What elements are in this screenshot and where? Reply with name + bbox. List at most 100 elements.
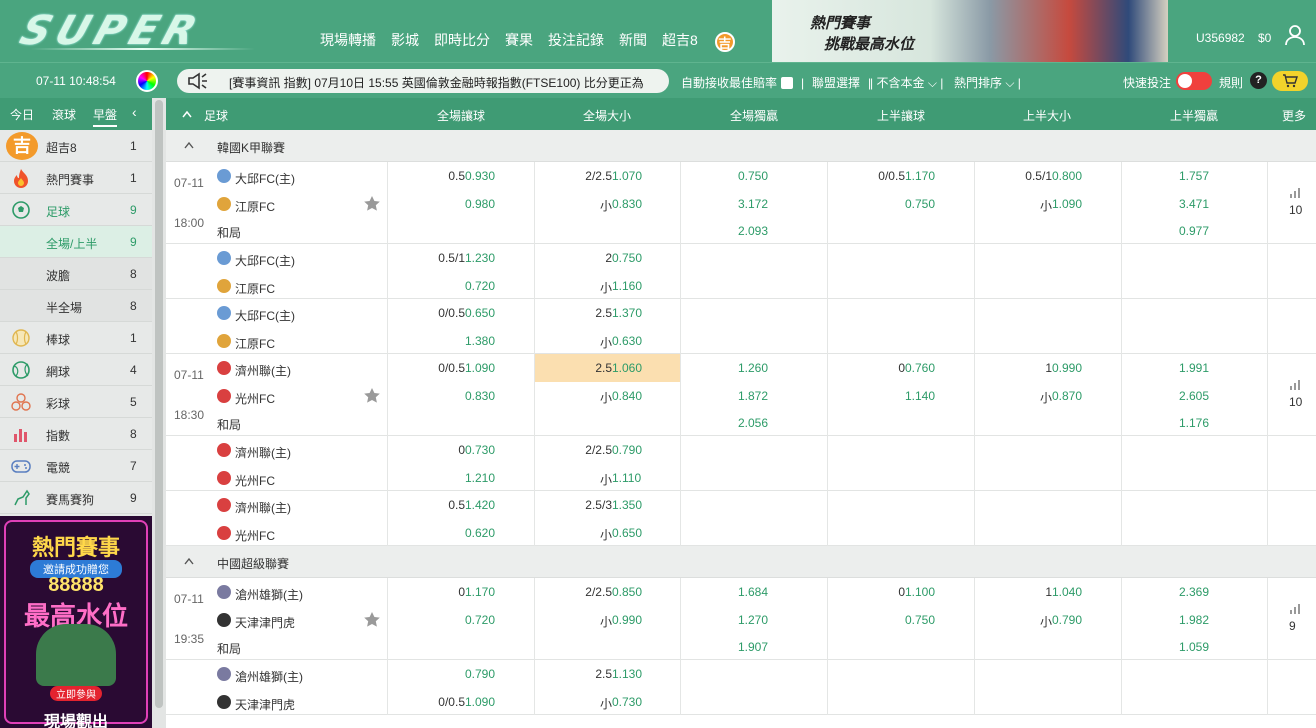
sidebar-item-tennis[interactable]: 網球 4	[0, 354, 152, 386]
favorite-star-icon[interactable]	[363, 195, 381, 213]
bet-slip-button[interactable]	[1272, 71, 1308, 91]
ht-1x2-away[interactable]: 2.605	[1121, 389, 1267, 403]
ft-under-odds[interactable]: 0.840	[612, 389, 642, 403]
sidebar-scrollbar[interactable]	[152, 98, 166, 728]
ft-hdp-home-odds[interactable]: 0.730	[465, 443, 495, 457]
tab-in-play[interactable]: 滾球	[52, 106, 76, 123]
sidebar-item-halftime-fulltime[interactable]: 半全場 8	[0, 290, 152, 322]
user-icon[interactable]	[1284, 24, 1306, 46]
collapse-icon[interactable]: ‹	[132, 104, 137, 120]
ft-under-odds[interactable]: 0.630	[612, 334, 642, 348]
ft-hdp-home-odds[interactable]: 1.090	[465, 361, 495, 375]
ft-hdp-away-odds[interactable]: 1.090	[465, 695, 495, 709]
ft-1x2-away[interactable]: 1.872	[680, 389, 826, 403]
sidebar-item-index[interactable]: 指數 8	[0, 418, 152, 450]
ft-hdp-home-odds[interactable]: 1.230	[465, 251, 495, 265]
stats-icon[interactable]	[1289, 604, 1301, 614]
ht-hdp-away-odds[interactable]: 0.750	[905, 613, 935, 627]
ht-under-odds[interactable]: 0.790	[1052, 613, 1082, 627]
more-markets-count[interactable]: 10	[1289, 395, 1302, 409]
sort-select[interactable]: 熱門排序 ⌵ |	[954, 74, 1021, 91]
tab-today[interactable]: 今日	[10, 106, 34, 123]
favorite-star-icon[interactable]	[363, 611, 381, 629]
promo-button[interactable]: 立即參與	[50, 686, 102, 701]
ft-hdp-home-odds[interactable]: 0.930	[465, 169, 495, 183]
league-select[interactable]: 聯盟選擇 |	[812, 74, 871, 91]
ft-1x2-draw[interactable]: 1.907	[680, 640, 826, 654]
ft-under-odds[interactable]: 1.110	[612, 471, 641, 485]
ft-hdp-home-odds[interactable]: 0.790	[465, 667, 495, 681]
ft-over-odds[interactable]: 0.790	[612, 443, 642, 457]
ht-hdp-home-odds[interactable]: 1.100	[905, 585, 935, 599]
stats-icon[interactable]	[1289, 188, 1301, 198]
ft-hdp-away-odds[interactable]: 1.210	[465, 471, 495, 485]
ft-hdp-home-odds[interactable]: 1.420	[465, 498, 495, 512]
ht-under-odds[interactable]: 0.870	[1052, 389, 1082, 403]
ht-over-odds[interactable]: 0.990	[1052, 361, 1082, 375]
ft-1x2-draw[interactable]: 2.093	[680, 224, 826, 238]
ht-1x2-draw[interactable]: 0.977	[1121, 224, 1267, 238]
ft-over-odds[interactable]: 1.350	[612, 498, 642, 512]
ft-over-odds[interactable]: 1.370	[612, 306, 642, 320]
nav-live[interactable]: 現場轉播	[320, 30, 376, 52]
scrollbar-thumb[interactable]	[155, 100, 163, 708]
ht-hdp-away-odds[interactable]: 1.140	[905, 389, 935, 403]
sidebar-item-esports[interactable]: 電競 7	[0, 450, 152, 482]
favorite-star-icon[interactable]	[363, 387, 381, 405]
sidebar-item-super8[interactable]: 吉 超吉8 1	[0, 130, 152, 162]
ht-1x2-home[interactable]: 1.991	[1121, 361, 1267, 375]
ft-1x2-draw[interactable]: 2.056	[680, 416, 826, 430]
ft-hdp-away-odds[interactable]: 0.720	[465, 613, 495, 627]
more-markets-count[interactable]: 10	[1289, 203, 1302, 217]
ft-hdp-away-odds[interactable]: 0.830	[465, 389, 495, 403]
ft-hdp-away-odds[interactable]: 0.980	[465, 197, 495, 211]
chevron-up-icon[interactable]	[182, 110, 192, 118]
ft-1x2-home[interactable]: 1.260	[680, 361, 826, 375]
nav-results[interactable]: 賽果	[505, 30, 533, 52]
sidebar-promo[interactable]: 熱門賽事 邀請成功贈您 88888 最高水位 立即參與 現場觀出	[0, 516, 152, 728]
chevron-up-icon[interactable]	[184, 557, 194, 565]
nav-live-score[interactable]: 即時比分	[434, 30, 490, 52]
ht-over-odds[interactable]: 0.800	[1052, 169, 1082, 183]
ft-1x2-home[interactable]: 0.750	[680, 169, 826, 183]
ht-1x2-away[interactable]: 1.982	[1121, 613, 1267, 627]
sidebar-item-baseball[interactable]: 棒球 1	[0, 322, 152, 354]
ft-under-odds[interactable]: 0.730	[612, 695, 642, 709]
sidebar-item-soccer[interactable]: 足球 9	[0, 194, 152, 226]
stats-icon[interactable]	[1289, 380, 1301, 390]
league-row[interactable]: 韓國K甲聯賽	[166, 130, 1316, 162]
help-icon[interactable]: ?	[1250, 72, 1267, 89]
sidebar-item-correct-score[interactable]: 波膽 8	[0, 258, 152, 290]
ft-over-odds[interactable]: 0.850	[612, 585, 642, 599]
chevron-up-icon[interactable]	[184, 141, 194, 149]
ht-over-odds[interactable]: 1.040	[1052, 585, 1082, 599]
ft-1x2-away[interactable]: 3.172	[680, 197, 826, 211]
ft-over-odds[interactable]: 1.070	[612, 169, 642, 183]
ht-hdp-home-odds[interactable]: 0.760	[905, 361, 935, 375]
sidebar-item-fulltime-half[interactable]: 全場/上半 9	[0, 226, 152, 258]
ht-1x2-draw[interactable]: 1.176	[1121, 416, 1267, 430]
ft-under-odds[interactable]: 0.830	[612, 197, 642, 211]
theme-color-icon[interactable]	[136, 70, 158, 92]
ft-under-odds[interactable]: 1.160	[612, 279, 642, 293]
ft-1x2-home[interactable]: 1.684	[680, 585, 826, 599]
quick-bet-toggle[interactable]	[1176, 72, 1212, 90]
promo-banner[interactable]: 熱門賽事 挑戰最高水位	[772, 0, 1168, 62]
ft-under-odds[interactable]: 0.650	[612, 526, 642, 540]
ft-under-odds[interactable]: 0.990	[612, 613, 642, 627]
ft-1x2-away[interactable]: 1.270	[680, 613, 826, 627]
ht-hdp-home-odds[interactable]: 1.170	[905, 169, 935, 183]
nav-news[interactable]: 新聞	[619, 30, 647, 52]
ht-hdp-away-odds[interactable]: 0.750	[905, 197, 935, 211]
nav-bet-history[interactable]: 投注記錄	[548, 30, 604, 52]
ft-hdp-home-odds[interactable]: 1.170	[465, 585, 495, 599]
sidebar-item-hot[interactable]: 熱門賽事 1	[0, 162, 152, 194]
ft-hdp-away-odds[interactable]: 0.720	[465, 279, 495, 293]
league-row[interactable]: 中國超級聯賽	[166, 546, 1316, 578]
ft-over-odds[interactable]: 1.130	[612, 667, 642, 681]
ft-hdp-away-odds[interactable]: 0.620	[465, 526, 495, 540]
ht-1x2-home[interactable]: 1.757	[1121, 169, 1267, 183]
tab-early[interactable]: 早盤	[93, 106, 118, 127]
rules-link[interactable]: 規則	[1219, 74, 1243, 91]
sidebar-item-racing[interactable]: 賽馬賽狗 9	[0, 482, 152, 514]
